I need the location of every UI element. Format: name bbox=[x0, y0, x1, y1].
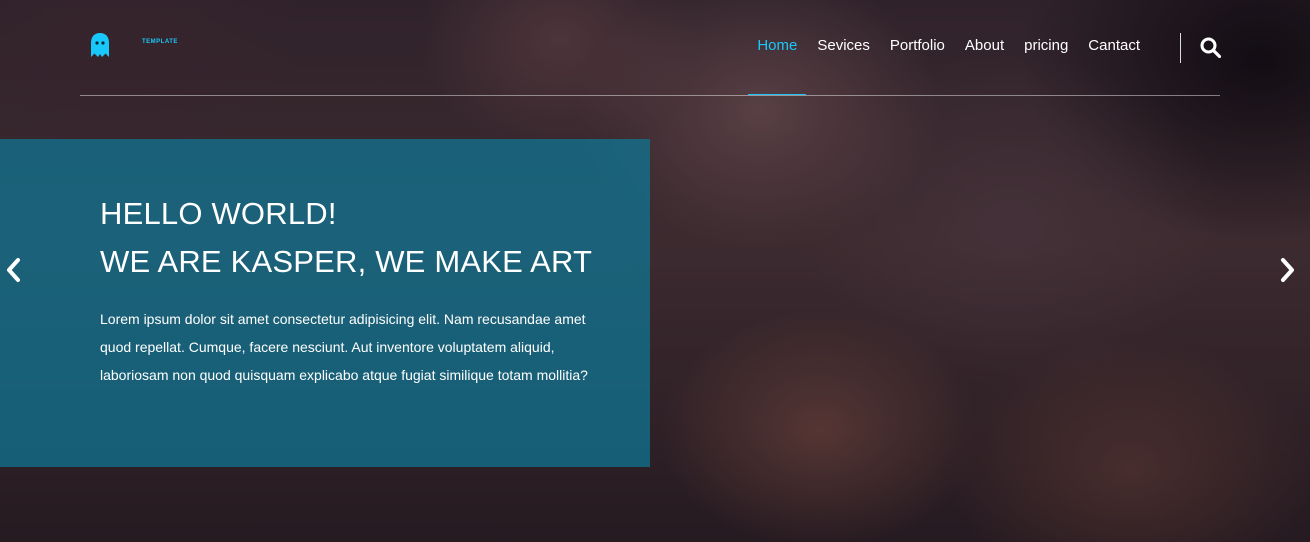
ghost-icon bbox=[90, 33, 110, 57]
search-icon[interactable] bbox=[1200, 37, 1222, 63]
chevron-left-icon[interactable] bbox=[4, 256, 24, 289]
nav-link-services[interactable]: Sevices bbox=[817, 37, 870, 94]
nav-link-contact[interactable]: Cantact bbox=[1088, 37, 1140, 94]
site-header: TEMPLATE Home Sevices Portfolio About pr… bbox=[80, 0, 1222, 96]
main-nav: Home Sevices Portfolio About pricing Can… bbox=[737, 37, 1140, 95]
chevron-right-icon[interactable] bbox=[1277, 256, 1297, 289]
logo-text: TEMPLATE bbox=[142, 39, 178, 45]
hero-description: Lorem ipsum dolor sit amet consectetur a… bbox=[100, 311, 588, 383]
nav-link-portfolio[interactable]: Portfolio bbox=[890, 37, 945, 94]
logo[interactable]: TEMPLATE bbox=[90, 33, 178, 57]
nav-link-home[interactable]: Home bbox=[748, 37, 807, 95]
hero-panel: HELLO WORLD! WE ARE KASPER, WE MAKE ART … bbox=[0, 139, 650, 467]
nav-link-pricing[interactable]: pricing bbox=[1024, 37, 1068, 94]
hero-title-line-2: WE ARE KASPER, WE MAKE ART bbox=[100, 244, 593, 279]
hero-title-line-1: HELLO WORLD! bbox=[100, 196, 337, 231]
nav-link-about[interactable]: About bbox=[965, 37, 1004, 94]
nav-divider bbox=[1180, 33, 1181, 63]
